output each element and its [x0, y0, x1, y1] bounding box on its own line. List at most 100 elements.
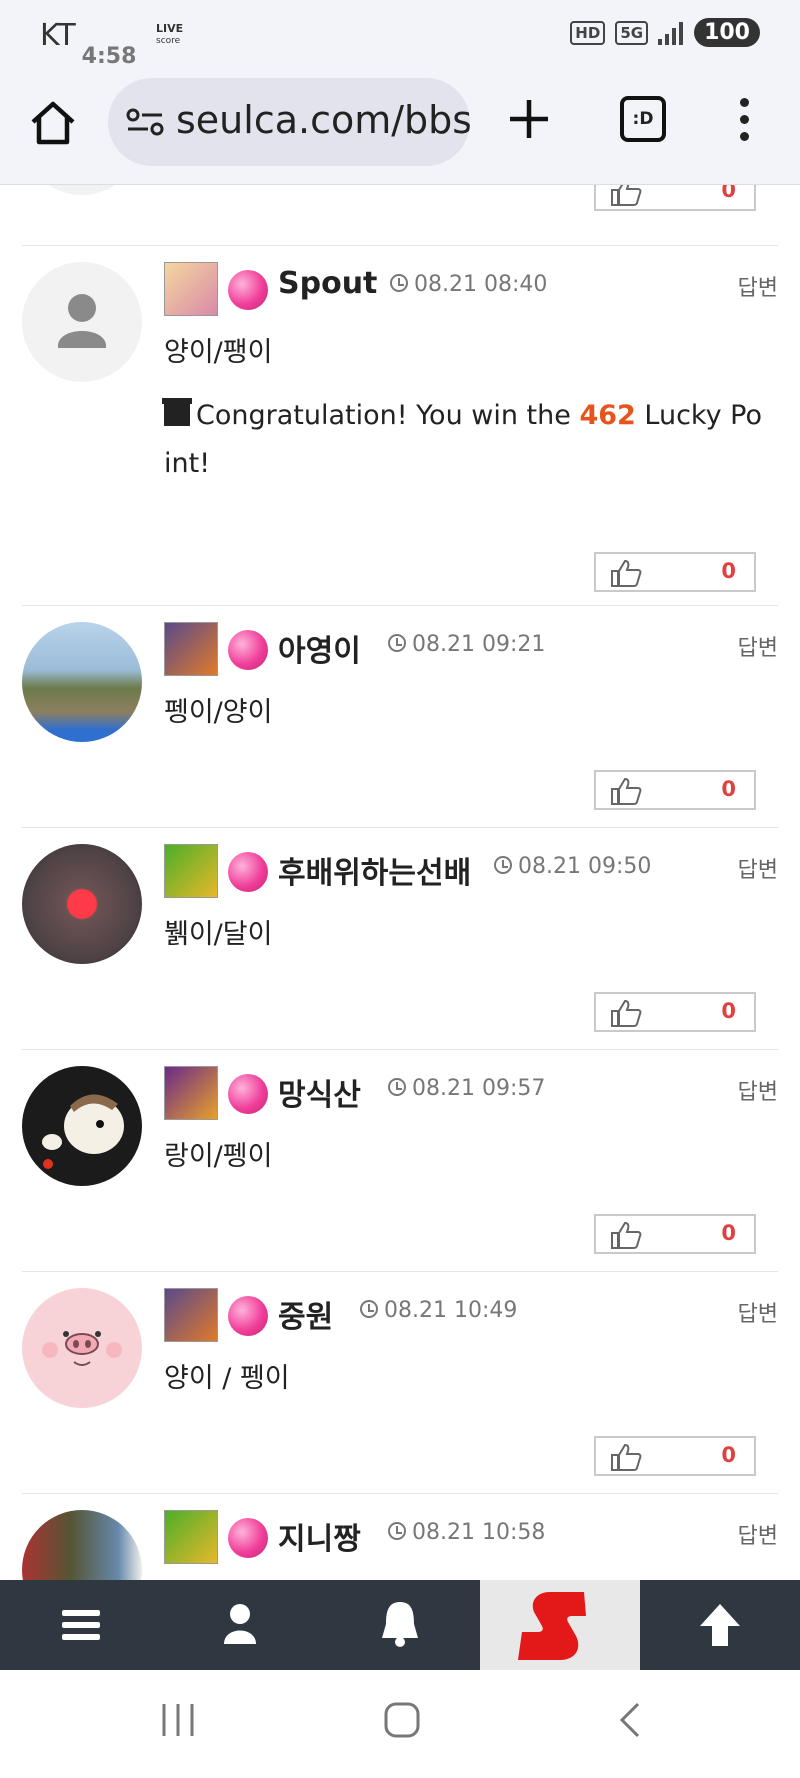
like-count: 0 — [721, 185, 736, 202]
like-count: 0 — [721, 1443, 736, 1467]
site-settings-icon — [126, 108, 164, 136]
level-ball-icon — [228, 1296, 268, 1336]
reply-link[interactable]: 답변 — [738, 1518, 778, 1550]
avatar — [22, 622, 142, 742]
carrier-time: KT 4:58 — [40, 18, 136, 69]
like-button[interactable]: 0 — [594, 552, 756, 592]
comment-item: 망식산 08.21 09:57 답변 랑이/펭이 0 — [22, 1049, 778, 1272]
cartoon-avatar-icon — [42, 1094, 124, 1169]
browser-toolbar: seulca.com/bbs :D — [0, 72, 800, 185]
clock-time: 4:58 — [81, 44, 137, 69]
user-icon — [224, 1604, 256, 1644]
comment-item: 후배위하는선배 08.21 09:50 답변 뷁이/달이 0 — [22, 827, 778, 1050]
level-ball-icon — [228, 1518, 268, 1558]
avatar — [22, 262, 142, 382]
scroll-top-button[interactable] — [640, 1580, 800, 1670]
like-count: 0 — [721, 777, 736, 801]
comment-time: 08.21 10:49 — [360, 1298, 517, 1323]
url-text: seulca.com/bbs — [176, 98, 470, 142]
more-dot — [739, 98, 749, 107]
level-ball-icon — [228, 1074, 268, 1114]
comment-body: 양이 / 펭이 — [164, 1363, 290, 1394]
lucky-point-message: Congratulation! You win the 462 Lucky Po… — [162, 398, 762, 479]
comment-time: 08.21 09:57 — [388, 1076, 545, 1101]
reply-link[interactable]: 답변 — [738, 270, 778, 302]
home-icon[interactable] — [382, 1700, 422, 1740]
clock-icon — [388, 1522, 406, 1540]
comment-list: 0 Spout 08.21 08:40 답변 양이/팽이 Congratulat… — [0, 185, 800, 1580]
avatar — [22, 1510, 142, 1580]
home-icon — [31, 101, 75, 145]
home-button[interactable] — [28, 98, 78, 148]
level-icon — [164, 622, 218, 676]
menu-icon — [62, 1610, 100, 1640]
tab-switcher-button[interactable]: :D — [620, 96, 666, 142]
level-icon — [164, 1288, 218, 1342]
hd-icon: HD — [570, 20, 606, 45]
comment-item: 지니짱 08.21 10:58 답변 — [22, 1493, 778, 1580]
like-button[interactable]: 0 — [594, 1214, 756, 1254]
reply-link[interactable]: 답변 — [738, 1296, 778, 1328]
site-logo — [518, 1592, 586, 1660]
default-user-icon — [58, 294, 106, 348]
system-nav-bar — [0, 1670, 800, 1778]
back-icon[interactable] — [610, 1700, 650, 1740]
reply-link[interactable]: 답변 — [738, 1074, 778, 1106]
clock-icon — [360, 1300, 378, 1318]
like-button[interactable]: 0 — [594, 1436, 756, 1476]
author-name[interactable]: 지니짱 — [278, 1514, 361, 1558]
like-button[interactable]: 0 — [594, 185, 756, 211]
comment-time: 08.21 09:21 — [388, 632, 545, 657]
comment-item: 아영이 08.21 09:21 답변 펭이/양이 0 — [22, 605, 778, 828]
profile-button[interactable] — [160, 1580, 320, 1670]
arrow-up-icon — [700, 1604, 740, 1646]
signal-icon — [658, 21, 684, 45]
bottom-nav — [0, 1580, 800, 1670]
author-name[interactable]: 후배위하는선배 — [278, 848, 471, 892]
livescore-score: score — [156, 36, 181, 46]
site-logo-button[interactable] — [480, 1580, 640, 1670]
comment-body: 뷁이/달이 — [164, 919, 273, 950]
new-tab-button[interactable] — [506, 96, 552, 142]
comment-time: 08.21 09:50 — [494, 854, 651, 879]
thumbs-up-icon — [611, 999, 642, 1027]
clock-icon — [388, 634, 406, 652]
comment-item: 0 — [22, 185, 778, 225]
author-name[interactable]: Spout — [278, 266, 377, 301]
notification-button[interactable] — [320, 1580, 480, 1670]
like-button[interactable]: 0 — [594, 770, 756, 810]
battery-indicator: 100 — [694, 18, 760, 47]
level-icon — [164, 262, 218, 316]
carrier: KT — [40, 18, 76, 53]
like-button[interactable]: 0 — [594, 992, 756, 1032]
more-menu-button[interactable] — [738, 98, 750, 144]
more-dot — [739, 132, 749, 141]
lucky-points: 462 — [579, 400, 636, 431]
comment-time: 08.21 08:40 — [390, 272, 547, 297]
thumbs-up-icon — [611, 185, 642, 206]
author-name[interactable]: 아영이 — [278, 626, 361, 670]
url-bar[interactable]: seulca.com/bbs — [108, 78, 470, 166]
thumbs-up-icon — [611, 777, 642, 805]
menu-button[interactable] — [0, 1580, 160, 1670]
clock-icon — [388, 1078, 406, 1096]
livescore-live: LIVE — [156, 22, 184, 35]
reply-link[interactable]: 답변 — [738, 630, 778, 662]
avatar — [22, 844, 142, 964]
avatar — [22, 1288, 142, 1408]
more-dot — [739, 115, 749, 124]
recent-apps-icon[interactable] — [158, 1700, 198, 1740]
avatar — [22, 1066, 142, 1186]
pig-avatar-icon — [42, 1331, 122, 1366]
livescore-icon: LIVE score — [156, 22, 188, 48]
author-name[interactable]: 망식산 — [278, 1070, 361, 1114]
thumbs-up-icon — [611, 1221, 642, 1249]
status-bar: KT 4:58 LIVE score HD 5G 100 — [0, 0, 800, 72]
reply-link[interactable]: 답변 — [738, 852, 778, 884]
bell-icon — [382, 1602, 418, 1647]
comment-body: 양이/팽이 — [164, 337, 273, 368]
thumbs-up-icon — [611, 559, 642, 587]
author-name[interactable]: 중원 — [278, 1292, 333, 1336]
like-count: 0 — [721, 1221, 736, 1245]
thumbs-up-icon — [611, 1443, 642, 1471]
